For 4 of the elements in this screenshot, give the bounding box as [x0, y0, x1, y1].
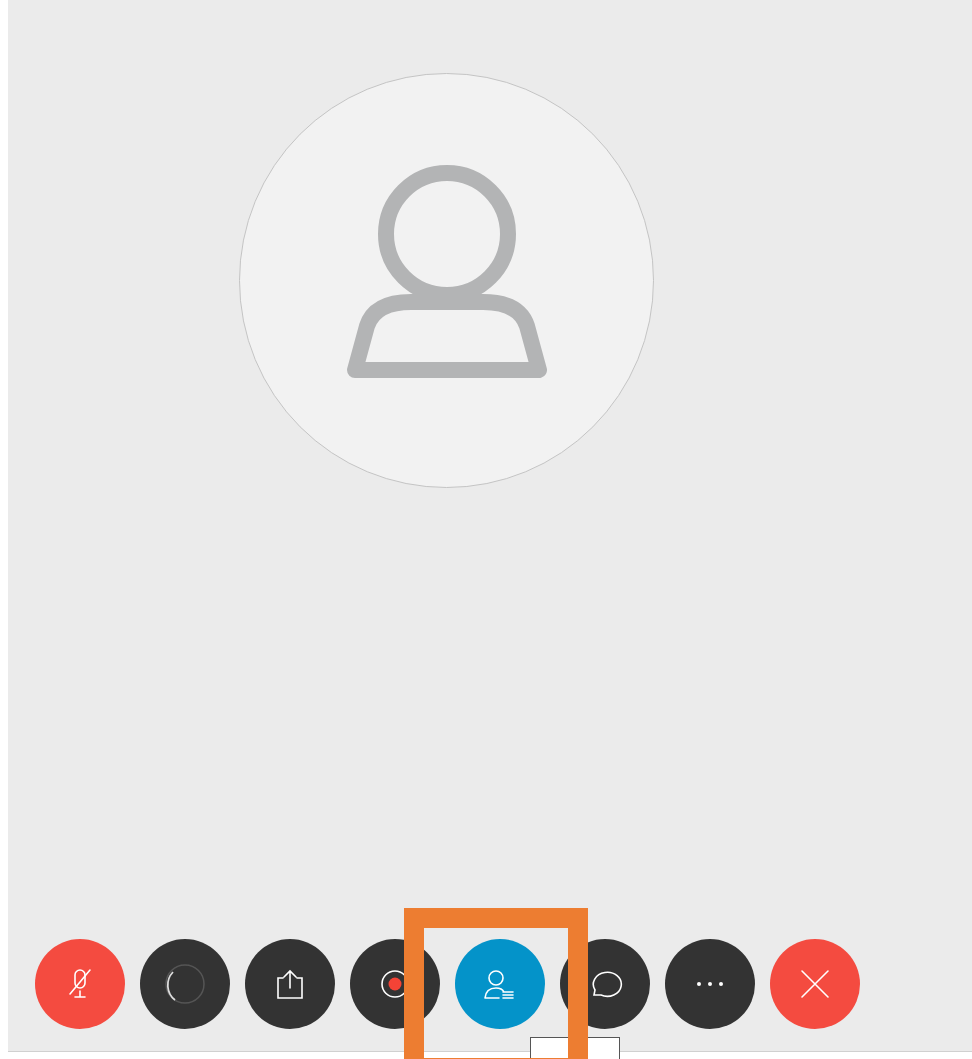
close-icon: [800, 969, 830, 999]
circle-icon: [163, 962, 207, 1006]
muted-microphone-icon: [67, 967, 93, 1001]
more-icon: [695, 981, 725, 987]
